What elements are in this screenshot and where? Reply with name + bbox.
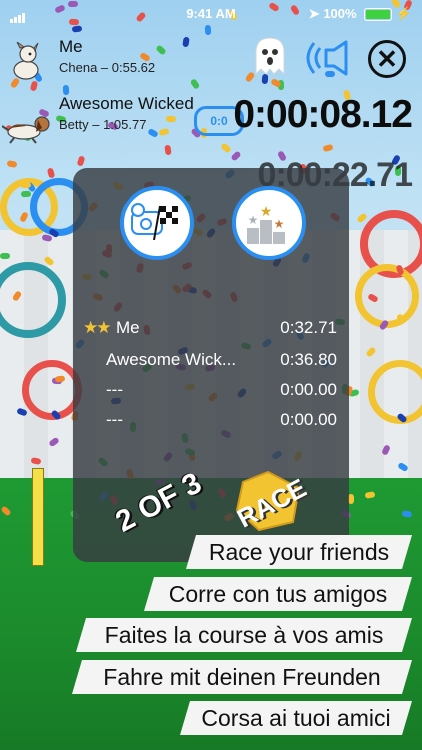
battery-icon (364, 8, 393, 22)
speaker-icon[interactable] (304, 38, 356, 78)
ghost-icon[interactable] (252, 36, 288, 76)
promo-banner: Race your friends (186, 535, 412, 569)
result-name: Me (116, 318, 140, 337)
charging-icon: ⚡ (395, 6, 412, 21)
promo-banner: Corsa ai tuoi amici (180, 701, 412, 735)
promo-banner: Faites la course à vos amis (76, 618, 412, 652)
player-entry: Me Chena – 0:55.62 (59, 37, 155, 75)
finish-pole (32, 468, 44, 566)
player-name: Me (59, 37, 83, 56)
player-entry: Awesome Wicked Betty – 1:05.77 (59, 94, 194, 132)
podium-stars-icon[interactable]: ★ ★ ★ (232, 186, 306, 260)
confetti-piece (0, 253, 10, 259)
result-row: ★★ Me 0:32.71 (73, 318, 349, 342)
svg-text:★: ★ (274, 217, 285, 231)
game-scene: 9:41 AM ➤ 100% ⚡ Me Chena – 0:55.62 Awes… (0, 0, 422, 750)
race-timer: 0:00:08.12 (233, 93, 413, 136)
player-subtitle: Chena – 0:55.62 (59, 60, 156, 75)
result-stars: ★★ (83, 318, 112, 337)
promo-banner: Corre con tus amigos (144, 577, 412, 611)
result-time: 0:32.71 (280, 318, 337, 337)
svg-text:★: ★ (248, 213, 259, 227)
result-row: --- 0:00.00 (73, 410, 349, 434)
close-icon: ✕ (376, 44, 398, 74)
player-avatar-dog (1, 112, 54, 149)
round-indicator: 2 OF 3 (110, 466, 207, 539)
close-button[interactable]: ✕ (368, 40, 406, 78)
player-subtitle: Betty – 1:05.77 (59, 117, 147, 132)
result-name: --- (106, 380, 123, 399)
svg-text:★: ★ (260, 203, 273, 219)
battery-percent: 100% (323, 6, 357, 21)
player-avatar-dog (8, 41, 44, 87)
result-time: 0:36.80 (280, 350, 337, 369)
promo-banner: Fahre mit deinen Freunden (72, 660, 412, 694)
checkered-flag-dogs-icon[interactable] (120, 186, 194, 260)
race-badge[interactable]: RACE (232, 470, 311, 534)
results-panel: ★ ★ ★ ★★ Me 0:32.71 Awesome Wick... 0:36… (73, 168, 349, 562)
status-right: ➤ 100% ⚡ (309, 6, 412, 22)
decor-ring (355, 264, 419, 328)
result-row: --- 0:00.00 (73, 380, 349, 404)
result-time: 0:00.00 (280, 410, 337, 429)
confetti-piece (204, 24, 212, 36)
status-bar: 9:41 AM ➤ 100% ⚡ (0, 4, 422, 24)
result-row: Awesome Wick... 0:36.80 (73, 350, 349, 374)
player-name: Awesome Wicked (59, 94, 194, 113)
location-icon: ➤ (308, 6, 320, 21)
result-name: Awesome Wick... (106, 350, 237, 369)
result-time: 0:00.00 (280, 380, 337, 399)
result-name: --- (106, 410, 123, 429)
confetti-piece (20, 190, 32, 198)
